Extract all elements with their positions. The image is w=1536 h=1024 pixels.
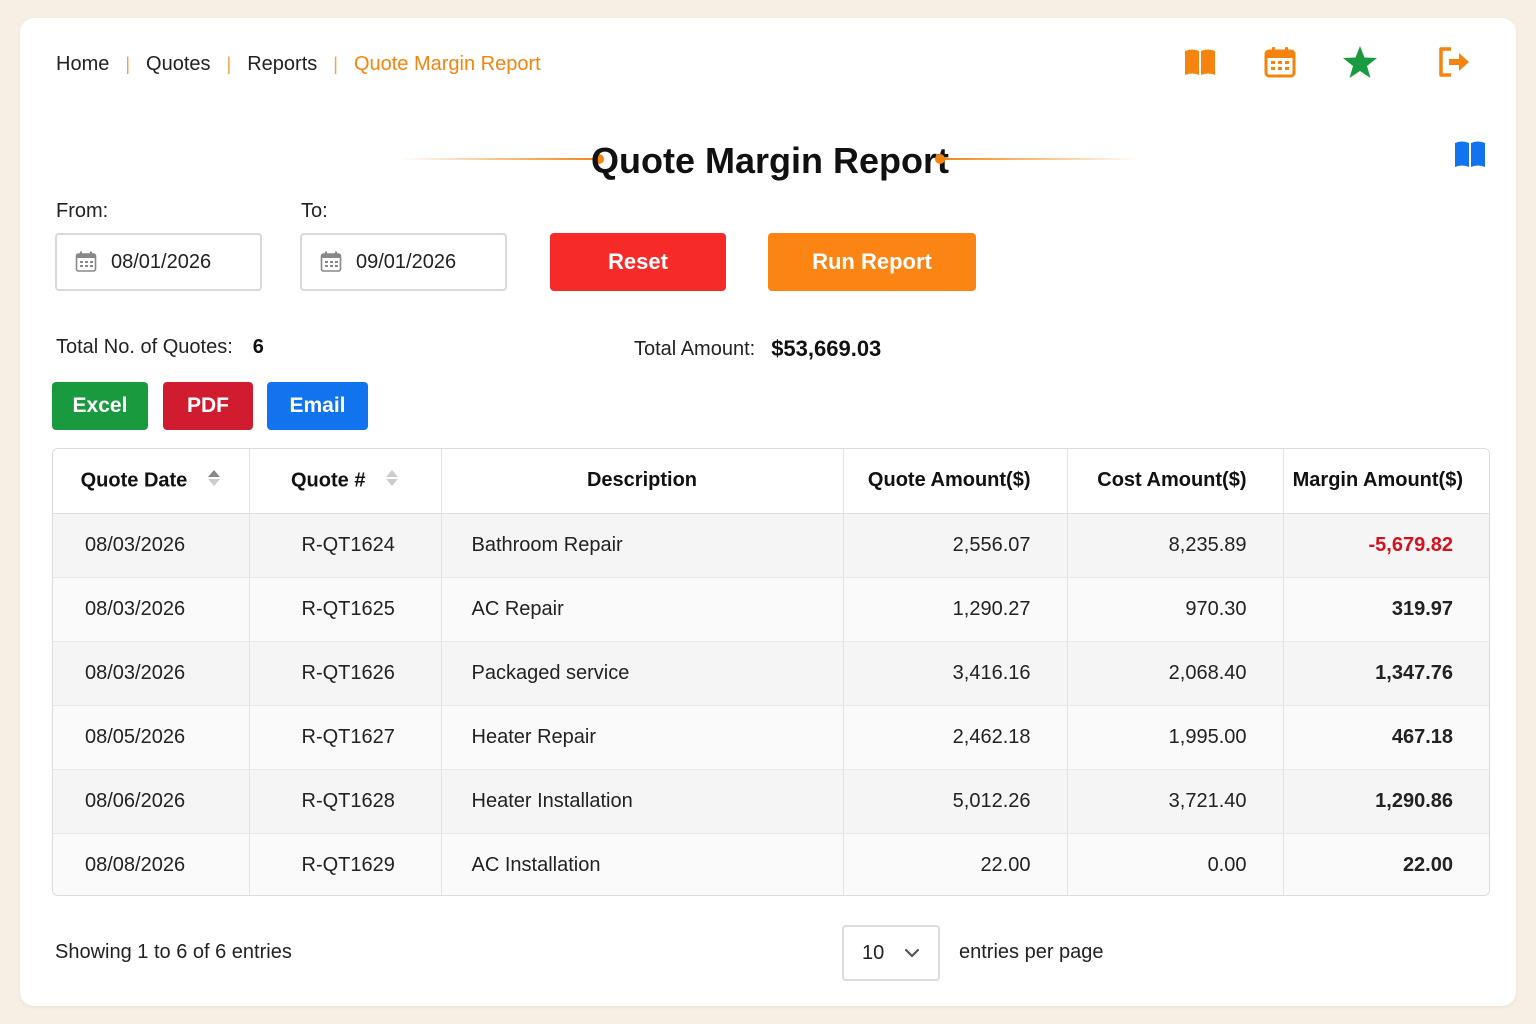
cell-margin-amount: 467.18 xyxy=(1283,705,1489,770)
page-title-block: Quote Margin Report xyxy=(400,136,1140,186)
page-title: Quote Margin Report xyxy=(591,140,949,181)
calendar-icon xyxy=(320,251,342,273)
entries-per-page-label: entries per page xyxy=(959,941,1104,963)
breadcrumb-current: Quote Margin Report xyxy=(353,52,541,75)
cell-margin-amount: -5,679.82 xyxy=(1283,513,1489,578)
total-amount-label: Total Amount: xyxy=(634,337,756,360)
cell-margin-amount: 319.97 xyxy=(1283,577,1489,642)
cell-quote-number: R-QT1628 xyxy=(249,769,442,834)
table-row[interactable]: 08/03/2026 R-QT1626 Packaged service 3,4… xyxy=(53,641,1489,706)
cell-cost-amount: 2,068.40 xyxy=(1067,641,1284,706)
excel-export-button[interactable]: Excel xyxy=(52,382,148,430)
total-quotes-value: 6 xyxy=(252,336,264,358)
cell-cost-amount: 970.30 xyxy=(1067,577,1284,642)
cell-quote-number: R-QT1629 xyxy=(249,833,442,895)
table-row[interactable]: 08/08/2026 R-QT1629 AC Installation 22.0… xyxy=(53,833,1489,895)
to-label: To: xyxy=(301,200,328,222)
cell-cost-amount: 0.00 xyxy=(1067,833,1284,895)
to-date-value: 09/01/2026 xyxy=(356,250,457,273)
cell-cost-amount: 3,721.40 xyxy=(1067,769,1284,834)
sort-icon[interactable] xyxy=(385,469,399,493)
cell-quote-amount: 2,556.07 xyxy=(843,513,1068,578)
from-date-field[interactable]: 08/01/2026 xyxy=(55,233,262,291)
column-header-label: Quote Date xyxy=(80,469,188,492)
column-header-quote-date[interactable]: Quote Date xyxy=(53,449,250,514)
cell-quote-amount: 5,012.26 xyxy=(843,769,1068,834)
cell-quote-number: R-QT1626 xyxy=(249,641,442,706)
total-amount-value: $53,669.03 xyxy=(771,336,882,361)
breadcrumb-reports[interactable]: Reports xyxy=(247,53,317,76)
cell-quote-number: R-QT1627 xyxy=(249,705,442,770)
column-header-margin-amount[interactable]: Margin Amount($) xyxy=(1283,449,1489,514)
help-book-icon[interactable] xyxy=(1450,134,1490,174)
email-export-button[interactable]: Email xyxy=(267,382,368,430)
run-report-button[interactable]: Run Report xyxy=(768,233,976,291)
cell-description: Heater Repair xyxy=(441,705,844,770)
star-icon[interactable] xyxy=(1340,42,1380,82)
chevron-down-icon xyxy=(904,948,920,958)
cell-description: Bathroom Repair xyxy=(441,513,844,578)
cell-quote-date: 08/03/2026 xyxy=(53,577,250,642)
breadcrumb-separator: | xyxy=(125,53,131,74)
breadcrumb-home[interactable]: Home xyxy=(56,53,109,76)
reset-button[interactable]: Reset xyxy=(550,233,726,291)
page-size-value: 10 xyxy=(862,941,885,964)
breadcrumb-quotes[interactable]: Quotes xyxy=(146,53,210,76)
page-size-select[interactable]: 10 xyxy=(842,925,940,981)
breadcrumb: Home | Quotes | Reports | Quote Margin R… xyxy=(56,50,541,78)
cell-margin-amount: 1,347.76 xyxy=(1283,641,1489,706)
breadcrumb-separator: | xyxy=(333,53,338,74)
table-row[interactable]: 08/03/2026 R-QT1625 AC Repair 1,290.27 9… xyxy=(53,577,1489,642)
table-row[interactable]: 08/06/2026 R-QT1628 Heater Installation … xyxy=(53,769,1489,834)
pdf-export-button[interactable]: PDF xyxy=(163,382,253,430)
cell-margin-amount: 22.00 xyxy=(1283,833,1489,895)
cell-quote-date: 08/08/2026 xyxy=(53,833,250,895)
table-row[interactable]: 08/05/2026 R-QT1627 Heater Repair 2,462.… xyxy=(53,705,1489,770)
cell-description: Heater Installation xyxy=(441,769,844,834)
cell-quote-date: 08/03/2026 xyxy=(53,513,250,578)
column-header-description[interactable]: Description xyxy=(441,449,844,514)
cell-quote-amount: 2,462.18 xyxy=(843,705,1068,770)
column-header-label: Quote # xyxy=(290,469,366,492)
from-label: From: xyxy=(56,200,109,222)
cell-quote-date: 08/06/2026 xyxy=(53,769,250,834)
cell-quote-date: 08/05/2026 xyxy=(53,705,250,770)
table-header-row: Quote Date Quote # Description Quote Amo… xyxy=(53,449,1489,514)
from-date-value: 08/01/2026 xyxy=(111,250,212,273)
cell-cost-amount: 1,995.00 xyxy=(1067,705,1284,770)
quotes-table-container: Quote Date Quote # Description Quote Amo… xyxy=(52,448,1490,896)
cell-margin-amount: 1,290.86 xyxy=(1283,769,1489,834)
cell-quote-amount: 22.00 xyxy=(843,833,1068,895)
cell-quote-date: 08/03/2026 xyxy=(53,641,250,706)
column-header-quote-number[interactable]: Quote # xyxy=(249,449,442,514)
to-date-field[interactable]: 09/01/2026 xyxy=(300,233,507,291)
cell-cost-amount: 8,235.89 xyxy=(1067,513,1284,578)
report-card: Home | Quotes | Reports | Quote Margin R… xyxy=(20,18,1516,1006)
table-row[interactable]: 08/03/2026 R-QT1624 Bathroom Repair 2,55… xyxy=(53,513,1489,578)
calendar-icon xyxy=(75,251,97,273)
column-header-cost-amount[interactable]: Cost Amount($) xyxy=(1067,449,1284,514)
cell-quote-number: R-QT1624 xyxy=(249,513,442,578)
column-header-quote-amount[interactable]: Quote Amount($) xyxy=(843,449,1068,514)
cell-quote-amount: 3,416.16 xyxy=(843,641,1068,706)
logout-icon[interactable] xyxy=(1434,42,1474,82)
title-decor-line xyxy=(940,158,1140,160)
cell-description: AC Repair xyxy=(441,577,844,642)
cell-quote-amount: 1,290.27 xyxy=(843,577,1068,642)
sort-icon[interactable] xyxy=(207,469,221,493)
cell-description: Packaged service xyxy=(441,641,844,706)
cell-description: AC Installation xyxy=(441,833,844,895)
total-quotes-summary: Total No. of Quotes: 6 xyxy=(56,336,264,359)
showing-entries-text: Showing 1 to 6 of 6 entries xyxy=(55,941,292,963)
breadcrumb-separator: | xyxy=(226,53,232,74)
total-quotes-label: Total No. of Quotes: xyxy=(56,336,233,358)
total-amount-summary: Total Amount: $53,669.03 xyxy=(634,336,881,362)
calendar-icon[interactable] xyxy=(1260,42,1300,82)
cell-quote-number: R-QT1625 xyxy=(249,577,442,642)
quotes-table: Quote Date Quote # Description Quote Amo… xyxy=(53,449,1489,895)
book-icon[interactable] xyxy=(1180,42,1220,82)
